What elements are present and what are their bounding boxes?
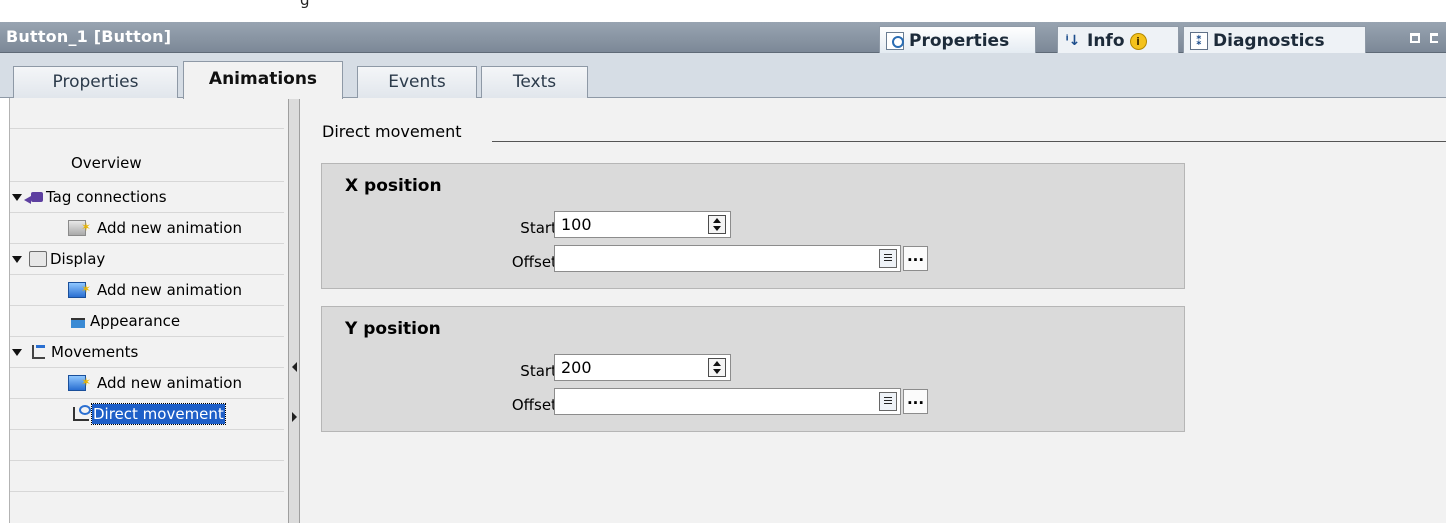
inspector-tab-info[interactable]: ⁱ↓ Info i: [1057, 26, 1179, 53]
info-icon: ⁱ↓: [1065, 33, 1081, 49]
float-window-icon[interactable]: [1410, 33, 1420, 43]
inspector-tab-properties[interactable]: Properties: [879, 26, 1036, 53]
window-controls[interactable]: [1410, 31, 1446, 47]
pane-splitter[interactable]: [288, 98, 300, 523]
y-start-input[interactable]: [555, 355, 703, 380]
display-icon: [29, 251, 47, 267]
x-offset-field[interactable]: [554, 245, 901, 272]
nav-direct-movement-label: Direct movement: [91, 403, 226, 425]
nav-item-direct-movement[interactable]: Direct movement: [10, 399, 284, 430]
y-position-title: Y position: [345, 319, 441, 339]
nav-item-movements[interactable]: Movements: [10, 337, 284, 368]
add-animation-icon: [68, 212, 91, 242]
inspector-tab-properties-label: Properties: [909, 31, 1010, 51]
inspector-tab-diagnostics[interactable]: ⁑ Diagnostics: [1183, 26, 1366, 53]
movements-icon: [32, 345, 45, 359]
tab-properties[interactable]: Properties: [13, 66, 178, 98]
nav-item-tag-connections[interactable]: Tag connections: [10, 182, 284, 213]
x-start-input[interactable]: [555, 212, 703, 237]
nav-display-add-label: Add new animation: [97, 281, 242, 299]
tag-list-icon[interactable]: [879, 249, 897, 268]
object-title: Button_1 [Button]: [6, 27, 172, 46]
diagnostics-icon: ⁑: [1190, 32, 1208, 50]
direct-movement-icon: [73, 405, 91, 421]
expand-arrow-icon[interactable]: [12, 194, 22, 201]
tag-icon: [24, 192, 43, 204]
inspector-tab-info-label: Info: [1087, 31, 1125, 51]
animation-detail-pane: Direct movement X position Start: Offset…: [300, 98, 1446, 523]
nav-movements-label: Movements: [51, 343, 139, 361]
nav-blank-row: [10, 98, 284, 129]
y-start-spinner[interactable]: [554, 354, 731, 381]
nav-item-tag-add-animation[interactable]: Add new animation: [10, 212, 284, 244]
info-badge-icon: i: [1129, 32, 1147, 50]
properties-icon: [886, 32, 904, 50]
expand-arrow-icon[interactable]: [12, 256, 22, 263]
nav-tag-connections-label: Tag connections: [46, 188, 167, 206]
nav-blank-row: [10, 461, 284, 492]
add-animation-icon: [68, 274, 91, 304]
x-start-label: Start:: [520, 219, 562, 237]
animation-navigation-tree: Overview Tag connections Add new animati…: [9, 98, 288, 523]
x-start-spinner[interactable]: [554, 211, 731, 238]
x-position-group: X position Start: Offset: ...: [321, 163, 1185, 289]
nav-tag-add-label: Add new animation: [97, 219, 242, 237]
nav-item-appearance[interactable]: Appearance: [10, 306, 284, 337]
nav-item-movements-add-animation[interactable]: Add new animation: [10, 367, 284, 399]
nav-item-display[interactable]: Display: [10, 244, 284, 275]
collapse-left-icon[interactable]: [292, 362, 297, 372]
x-start-spin-button[interactable]: [708, 215, 726, 234]
section-title: Direct movement: [322, 122, 467, 141]
x-position-title: X position: [345, 176, 442, 196]
add-animation-icon: [68, 367, 91, 397]
tab-texts[interactable]: Texts: [481, 66, 588, 98]
nav-overview-label: Overview: [71, 154, 142, 172]
y-position-group: Y position Start: Offset: ...: [321, 306, 1185, 432]
x-offset-input[interactable]: [555, 246, 873, 271]
nav-appearance-label: Appearance: [90, 312, 181, 330]
inspector-tab-diagnostics-label: Diagnostics: [1213, 31, 1325, 51]
tab-animations[interactable]: Animations: [183, 61, 343, 99]
y-offset-label: Offset:: [511, 396, 562, 414]
nav-item-display-add-animation[interactable]: Add new animation: [10, 274, 284, 306]
top-strip: g: [0, 0, 1446, 22]
collapse-right-icon[interactable]: [292, 412, 297, 422]
expand-arrow-icon[interactable]: [12, 349, 22, 356]
y-offset-input[interactable]: [555, 389, 873, 414]
section-header: Direct movement: [322, 122, 1446, 144]
appearance-icon: [71, 318, 85, 328]
section-divider: [492, 141, 1446, 142]
y-start-label: Start:: [520, 362, 562, 380]
y-offset-field[interactable]: [554, 388, 901, 415]
maximize-window-icon[interactable]: [1430, 33, 1438, 43]
nav-blank-row: [10, 430, 284, 461]
x-offset-browse-button[interactable]: ...: [903, 246, 928, 271]
x-offset-label: Offset:: [511, 253, 562, 271]
cut-off-text: g: [300, 0, 310, 9]
y-start-spin-button[interactable]: [708, 358, 726, 377]
nav-movements-add-label: Add new animation: [97, 374, 242, 392]
nav-display-label: Display: [50, 250, 106, 268]
nav-item-overview[interactable]: Overview: [10, 151, 284, 182]
y-offset-browse-button[interactable]: ...: [903, 389, 928, 414]
tab-events[interactable]: Events: [357, 66, 477, 98]
tag-list-icon[interactable]: [879, 392, 897, 411]
